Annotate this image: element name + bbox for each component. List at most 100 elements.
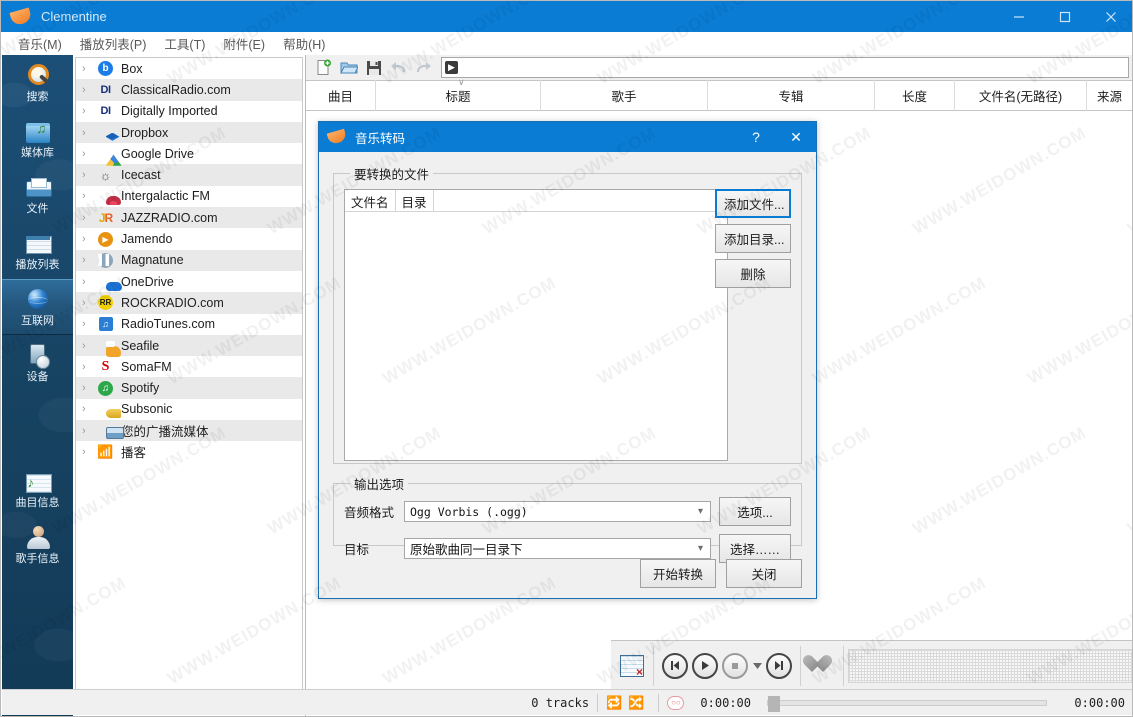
undo-icon[interactable] — [386, 56, 411, 79]
playlist-column-header[interactable]: 歌手 — [541, 80, 708, 111]
format-options-button[interactable]: 选项... — [719, 497, 791, 526]
menu-help[interactable]: 帮助(H) — [274, 32, 334, 55]
service-item[interactable]: › DI Digitally Imported — [76, 101, 302, 122]
playlist-column-header[interactable]: 长度 — [875, 80, 955, 111]
destination-value: 原始歌曲同一目录下 — [410, 543, 523, 557]
internet-services-list[interactable]: › b Box › DI ClassicalRadio.com › DI Digitally I… — [75, 57, 303, 715]
love-icon[interactable] — [807, 651, 837, 681]
chevron-right-icon[interactable]: › — [82, 361, 96, 373]
service-item[interactable]: › Google Drive — [76, 143, 302, 164]
chevron-right-icon[interactable]: › — [82, 212, 96, 224]
sidebar-rail: 搜索 媒体库 文件 播放列表 互联网 设备 曲目信息 歌手信息 — [2, 55, 73, 716]
chevron-right-icon[interactable]: › — [82, 382, 96, 394]
close-dialog-button[interactable]: 关闭 — [726, 559, 802, 588]
chevron-right-icon[interactable]: › — [82, 105, 96, 117]
service-item[interactable]: › ♫ Spotify — [76, 377, 302, 399]
search-clear-icon[interactable]: ▶ — [445, 61, 458, 74]
service-item[interactable]: › b Box — [76, 58, 302, 79]
add-folder-button[interactable]: 添加目录... — [715, 224, 791, 253]
playlist-column-header[interactable]: 文件名(无路径) — [955, 80, 1087, 111]
sidebar-item-devices[interactable]: 设备 — [2, 335, 73, 391]
sidebar-item-files[interactable]: 文件 — [2, 167, 73, 223]
lastfm-icon[interactable]: ○○ — [667, 695, 685, 710]
service-item-label: 播客 — [121, 446, 147, 461]
service-item[interactable]: › ▶ Jamendo — [76, 228, 302, 249]
chevron-right-icon[interactable]: › — [82, 276, 96, 288]
chevron-right-icon[interactable]: › — [82, 84, 96, 96]
files-col-directory[interactable]: 目录 — [396, 190, 434, 211]
menu-playlist[interactable]: 播放列表(P) — [71, 32, 156, 55]
playlist-column-header[interactable]: 专辑 — [708, 80, 875, 111]
sidebar-item-library[interactable]: 媒体库 — [2, 111, 73, 167]
service-item[interactable]: › Seafile — [76, 334, 302, 357]
service-item[interactable]: › Subsonic — [76, 399, 302, 420]
remove-button[interactable]: 删除 — [715, 259, 791, 288]
destination-select[interactable]: 原始歌曲同一目录下 ▾ — [404, 538, 711, 559]
track-position-slider[interactable] — [848, 648, 1132, 683]
chevron-right-icon[interactable]: › — [82, 340, 96, 352]
menu-extras[interactable]: 附件(E) — [214, 32, 274, 55]
next-icon[interactable] — [764, 651, 794, 681]
playlist-column-header[interactable]: 来源 — [1087, 80, 1132, 111]
service-item[interactable]: › Dropbox — [76, 121, 302, 144]
service-item[interactable]: › OneDrive — [76, 271, 302, 292]
close-icon[interactable] — [1088, 1, 1132, 32]
service-item[interactable]: › 📶 播客 — [76, 441, 302, 462]
dialog-close-button[interactable]: ✕ — [776, 122, 816, 152]
files-table[interactable]: 文件名 目录 — [344, 189, 728, 461]
chevron-right-icon[interactable]: › — [82, 425, 96, 437]
menu-music[interactable]: 音乐(M) — [9, 32, 71, 55]
sidebar-item-internet[interactable]: 互联网 — [2, 279, 73, 335]
playlist-column-header[interactable]: 曲目 — [306, 80, 376, 111]
sidebar-item-track-info[interactable]: 曲目信息 — [2, 461, 73, 517]
menu-tools[interactable]: 工具(T) — [155, 32, 214, 55]
chevron-right-icon[interactable]: › — [82, 233, 96, 245]
chevron-right-icon[interactable]: › — [82, 63, 96, 75]
service-item[interactable]: › 您的广播流媒体 — [76, 420, 302, 442]
service-item[interactable]: › ▌▌ Magnatune — [76, 249, 302, 271]
audio-format-select[interactable]: Ogg Vorbis (.ogg) ▾ — [404, 501, 711, 522]
jazzradio-icon: JR — [98, 210, 113, 225]
open-playlist-icon[interactable] — [336, 56, 361, 79]
service-item[interactable]: › ♫ RadioTunes.com — [76, 314, 302, 335]
chevron-right-icon[interactable]: › — [82, 318, 96, 330]
shuffle-icon[interactable]: 🔀 — [628, 695, 644, 711]
new-playlist-icon[interactable] — [311, 56, 336, 79]
service-item[interactable]: › ☼ Icecast — [76, 164, 302, 186]
repeat-icon[interactable]: 🔁 — [606, 695, 622, 711]
playlist-toggle-icon[interactable] — [617, 651, 647, 681]
maximize-icon[interactable] — [1042, 1, 1088, 32]
chevron-right-icon[interactable]: › — [82, 169, 96, 181]
start-transcode-button[interactable]: 开始转换 — [640, 559, 716, 588]
chevron-right-icon[interactable]: › — [82, 403, 96, 415]
chevron-right-icon[interactable]: › — [82, 127, 96, 139]
status-seek-slider[interactable] — [767, 695, 1047, 712]
chevron-right-icon[interactable]: › — [82, 254, 96, 266]
sidebar-item-artist-info[interactable]: 歌手信息 — [2, 517, 73, 573]
previous-icon[interactable] — [660, 651, 690, 681]
stream-icon — [96, 423, 115, 439]
chevron-right-icon[interactable]: › — [82, 190, 96, 202]
chevron-right-icon[interactable]: › — [82, 446, 96, 458]
service-item[interactable]: › JR JAZZRADIO.com — [76, 207, 302, 229]
sidebar-item-playlist[interactable]: 播放列表 — [2, 223, 73, 279]
files-col-filename[interactable]: 文件名 — [345, 190, 396, 211]
service-item-label: Digitally Imported — [121, 104, 218, 119]
play-icon[interactable] — [690, 651, 720, 681]
dialog-help-button[interactable]: ? — [736, 122, 776, 152]
stop-icon[interactable] — [720, 651, 750, 681]
service-item[interactable]: › RR ROCKRADIO.com — [76, 292, 302, 314]
minimize-icon[interactable] — [996, 1, 1042, 32]
redo-icon[interactable] — [411, 56, 436, 79]
playlist-column-header[interactable]: 标题 ∨ — [376, 77, 541, 111]
service-item[interactable]: › S SomaFM — [76, 356, 302, 377]
sidebar-item-search[interactable]: 搜索 — [2, 55, 73, 111]
save-playlist-icon[interactable] — [361, 56, 386, 79]
service-item[interactable]: › Intergalactic FM — [76, 186, 302, 207]
stop-menu-arrow-icon[interactable] — [750, 651, 764, 681]
chevron-right-icon[interactable]: › — [82, 297, 96, 309]
chevron-right-icon[interactable]: › — [82, 148, 96, 160]
playlist-search-input[interactable]: ▶ — [441, 57, 1129, 78]
service-item[interactable]: › DI ClassicalRadio.com — [76, 79, 302, 101]
add-files-button[interactable]: 添加文件... — [715, 189, 791, 218]
